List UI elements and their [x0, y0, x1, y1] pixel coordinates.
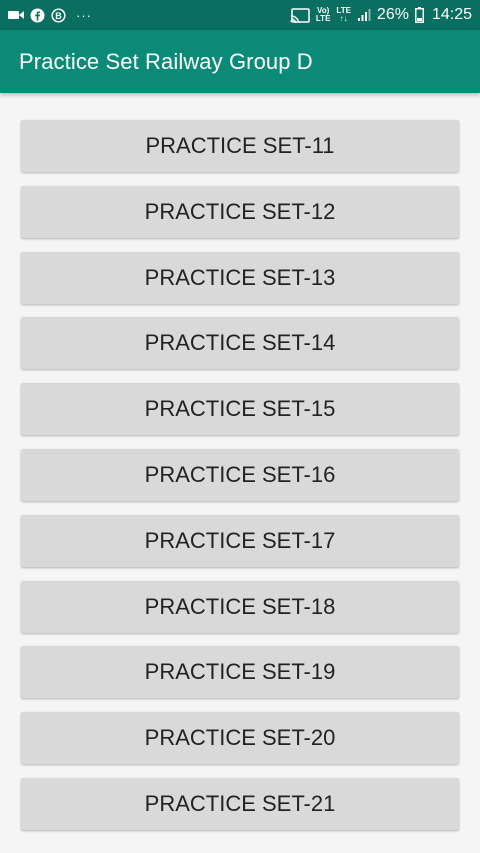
signal-icon	[357, 8, 371, 22]
practice-set-16-button[interactable]: PRACTICE SET-16	[21, 449, 459, 501]
practice-set-list: PRACTICE SET-11 PRACTICE SET-12 PRACTICE…	[0, 93, 480, 853]
clock: 14:25	[431, 6, 472, 23]
practice-set-15-button[interactable]: PRACTICE SET-15	[21, 383, 459, 435]
video-icon	[8, 9, 24, 21]
status-bar-right: Vo) LTE LTE ↑↓ 26% 14:25	[290, 6, 472, 24]
volte-indicator: Vo) LTE	[316, 7, 331, 23]
status-bar-left: B ···	[8, 8, 92, 23]
page-title: Practice Set Railway Group D	[19, 48, 313, 74]
practice-set-13-button[interactable]: PRACTICE SET-13	[21, 252, 459, 304]
practice-set-20-button[interactable]: PRACTICE SET-20	[21, 712, 459, 764]
facebook-icon	[30, 8, 45, 23]
b-badge-icon: B	[51, 7, 66, 23]
practice-set-18-button[interactable]: PRACTICE SET-18	[21, 581, 459, 633]
svg-text:B: B	[55, 11, 62, 21]
battery-percent: 26%	[376, 6, 409, 23]
cast-icon	[290, 7, 310, 23]
practice-set-19-button[interactable]: PRACTICE SET-19	[21, 646, 459, 698]
practice-set-11-button[interactable]: PRACTICE SET-11	[21, 120, 459, 172]
practice-set-21-button[interactable]: PRACTICE SET-21	[21, 778, 459, 830]
more-notifications-dots: ···	[76, 7, 92, 23]
battery-icon	[414, 7, 424, 23]
status-bar: B ··· Vo) LTE LTE ↑↓ 26% 14:25	[0, 0, 480, 30]
volte-bottom-text: LTE	[315, 14, 331, 23]
practice-set-17-button[interactable]: PRACTICE SET-17	[21, 515, 459, 567]
practice-set-12-button[interactable]: PRACTICE SET-12	[21, 186, 459, 238]
lte-indicator: LTE ↑↓	[336, 7, 351, 23]
practice-set-14-button[interactable]: PRACTICE SET-14	[21, 317, 459, 369]
lte-bottom-text: ↑↓	[339, 14, 348, 23]
app-bar: Practice Set Railway Group D	[0, 30, 480, 93]
